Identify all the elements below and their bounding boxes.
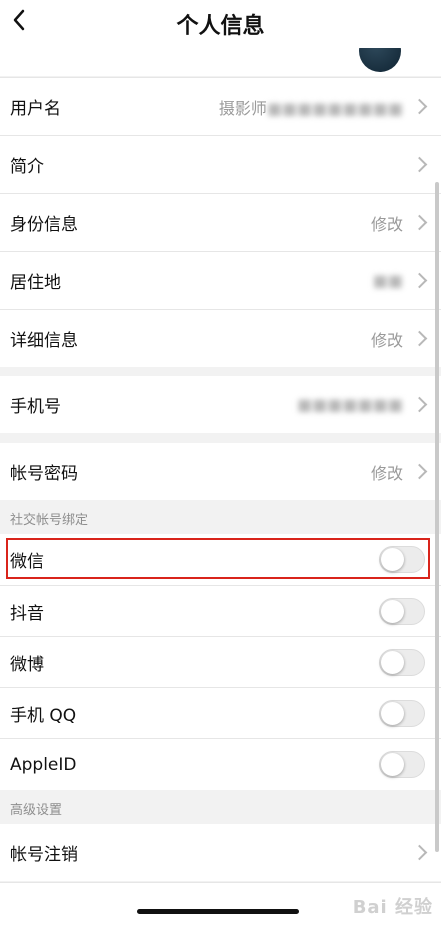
row-value: 摄影师​■■■■■■■■■ [218, 98, 403, 118]
blurred-phone: ■■■■■■■ [297, 395, 403, 414]
baidu-watermark: Bai 经验 [352, 897, 433, 918]
chevron-right-icon [411, 156, 428, 172]
row-label: 用户名 [10, 99, 61, 119]
blurred-residence: ■■ [372, 271, 403, 290]
chevron-right-icon [411, 214, 428, 230]
row-label: 详细信息 [10, 331, 78, 351]
row-value: 修改 [370, 330, 403, 350]
avatar[interactable] [359, 48, 401, 72]
details-row[interactable]: 详细信息 修改 [0, 309, 441, 367]
chevron-right-icon [411, 396, 428, 412]
section-title: 社交帐号绑定 [10, 513, 89, 528]
chevron-right-icon [411, 98, 428, 114]
appleid-toggle[interactable] [379, 750, 425, 778]
residence-row[interactable]: 居住地 ■■ [0, 251, 441, 309]
wechat-highlight-box [6, 538, 430, 579]
social-section-header: 社交帐号绑定 [0, 500, 441, 534]
chevron-right-icon [411, 330, 428, 346]
phone-row[interactable]: 手机号 ■■■■■■■ [0, 376, 441, 433]
home-indicator [137, 909, 299, 914]
row-label: AppleID [10, 754, 77, 775]
account-deletion-row[interactable]: 帐号注销 [0, 824, 441, 881]
advanced-section-header: 高级设置 [0, 790, 441, 824]
bottom-bar: Bai 经验 [0, 882, 441, 925]
toggle-knob [381, 752, 404, 776]
chevron-right-icon [411, 463, 428, 479]
username-row[interactable]: 用户名 摄影师​■■■■■■■■■ [0, 77, 441, 135]
bio-row[interactable]: 简介 [0, 135, 441, 193]
row-label: 抖音 [10, 604, 44, 624]
section-title: 高级设置 [10, 803, 63, 818]
page-title: 个人信息 [176, 14, 265, 39]
social-row-appleid: AppleID [0, 738, 441, 790]
row-label: 居住地 [10, 273, 61, 293]
row-value: 修改 [370, 214, 403, 234]
social-row-douyin: 抖音 [0, 585, 441, 637]
row-label: 手机号 [10, 397, 61, 417]
password-row[interactable]: 帐号密码 修改 [0, 443, 441, 500]
avatar-row[interactable] [0, 48, 441, 76]
toggle-knob [381, 701, 404, 725]
row-label: 帐号注销 [10, 845, 78, 865]
chevron-right-icon [411, 272, 428, 288]
row-label: 微博 [10, 655, 44, 675]
row-label: 简介 [10, 157, 44, 177]
toggle-knob [381, 650, 404, 674]
social-row-qq: 手机 QQ [0, 687, 441, 739]
nav-header: 个人信息 [0, 0, 441, 48]
row-value: 修改 [370, 463, 403, 483]
row-label: 帐号密码 [10, 464, 78, 484]
qq-toggle[interactable] [379, 699, 425, 727]
identity-row[interactable]: 身份信息 修改 [0, 193, 441, 251]
scrollbar[interactable] [435, 182, 439, 852]
chevron-right-icon [411, 844, 428, 860]
blurred-username: ​■■■■■■■■■ [266, 98, 403, 118]
weibo-toggle[interactable] [379, 648, 425, 676]
row-label: 手机 QQ [10, 706, 77, 726]
social-row-weibo: 微博 [0, 636, 441, 688]
toggle-knob [381, 599, 404, 623]
douyin-toggle[interactable] [379, 597, 425, 625]
row-label: 身份信息 [10, 215, 78, 235]
